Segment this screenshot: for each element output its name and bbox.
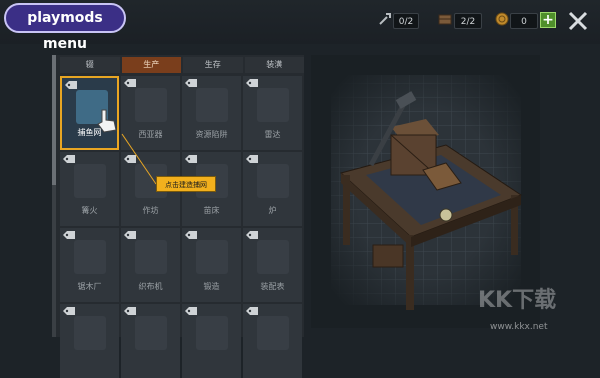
tab-decoration[interactable]: 装潢: [244, 57, 304, 73]
build-item[interactable]: [243, 304, 302, 378]
build-item[interactable]: 炉: [243, 152, 302, 226]
watermark-brand: KK下载: [478, 288, 557, 313]
price-tag-icon: [124, 307, 136, 315]
wrench-icon: [376, 10, 394, 28]
item-thumbnail: [257, 240, 289, 274]
build-item[interactable]: [60, 304, 119, 378]
price-tag-icon: [246, 307, 258, 315]
build-item-label: 雷达: [264, 130, 281, 139]
price-tag-icon: [185, 307, 197, 315]
item-thumbnail: [196, 316, 228, 350]
build-item[interactable]: 捕鱼网: [60, 76, 119, 150]
close-icon[interactable]: [566, 9, 590, 33]
item-thumbnail: [135, 240, 167, 274]
build-item[interactable]: 锯木厂: [60, 228, 119, 302]
build-item[interactable]: 篝火: [60, 152, 119, 226]
price-tag-icon: [124, 231, 136, 239]
item-thumbnail: [74, 240, 106, 274]
item-thumbnail: [257, 316, 289, 350]
build-item-label: 苗床: [203, 206, 220, 215]
price-tag-icon: [246, 79, 258, 87]
build-item-label: 织布机: [138, 282, 163, 291]
tab-production[interactable]: 生产: [121, 57, 181, 73]
price-tag-icon: [65, 81, 77, 89]
build-item[interactable]: 雷达: [243, 76, 302, 150]
playmods-menu-button[interactable]: playmods menu: [4, 3, 126, 52]
price-tag-icon: [63, 155, 75, 163]
build-item[interactable]: 资源陷阱: [182, 76, 241, 150]
build-item[interactable]: 西亚器: [121, 76, 180, 150]
scrollbar-thumb[interactable]: [52, 55, 56, 185]
price-tag-icon: [63, 231, 75, 239]
build-item-label: 篝火: [81, 206, 98, 215]
watermark-url: www.kkx.net: [490, 322, 548, 332]
price-tag-icon: [185, 231, 197, 239]
price-tag-icon: [124, 79, 136, 87]
build-item-label: 装配表: [260, 282, 285, 291]
build-item[interactable]: 装配表: [243, 228, 302, 302]
build-grid: 捕鱼网西亚器 资源陷阱 雷达篝火 作坊 苗床 炉锯木厂 织布机 锻造 装配表: [60, 76, 304, 378]
price-tag-icon: [185, 79, 197, 87]
coin-counter: 0: [510, 13, 538, 29]
price-tag-icon: [185, 155, 197, 163]
price-tag-icon: [124, 155, 136, 163]
build-item-label: 锯木厂: [77, 282, 102, 291]
item-thumbnail: [135, 316, 167, 350]
add-coins-button[interactable]: +: [540, 12, 556, 28]
build-tooltip[interactable]: 点击建造捕网: [156, 176, 216, 192]
tab-0[interactable]: 辍: [60, 57, 120, 73]
item-thumbnail: [135, 88, 167, 122]
build-item-label: 作坊: [142, 206, 159, 215]
price-tag-icon: [246, 155, 258, 163]
item-thumbnail: [196, 88, 228, 122]
coin-icon: [493, 10, 511, 28]
build-item-label: 锻造: [203, 282, 220, 291]
build-item-label: 炉: [268, 206, 277, 215]
build-item[interactable]: [121, 304, 180, 378]
crate-icon: [436, 10, 454, 28]
item-thumbnail: [257, 88, 289, 122]
item-thumbnail: [74, 164, 106, 198]
pointer-hand-icon: [97, 109, 117, 133]
tab-survival[interactable]: 生存: [183, 57, 243, 73]
wrench-counter: 0/2: [393, 13, 419, 29]
category-tabs: 辍 生产 生存 装潢: [60, 57, 304, 73]
item-thumbnail: [74, 316, 106, 350]
item-thumbnail: [196, 240, 228, 274]
build-item-label: 资源陷阱: [195, 130, 228, 139]
item-thumbnail: [257, 164, 289, 198]
crate-counter: 2/2: [454, 13, 482, 29]
build-item-label: 西亚器: [138, 130, 163, 139]
build-item[interactable]: 锻造: [182, 228, 241, 302]
price-tag-icon: [246, 231, 258, 239]
price-tag-icon: [63, 307, 75, 315]
build-item[interactable]: [182, 304, 241, 378]
build-item[interactable]: 织布机: [121, 228, 180, 302]
